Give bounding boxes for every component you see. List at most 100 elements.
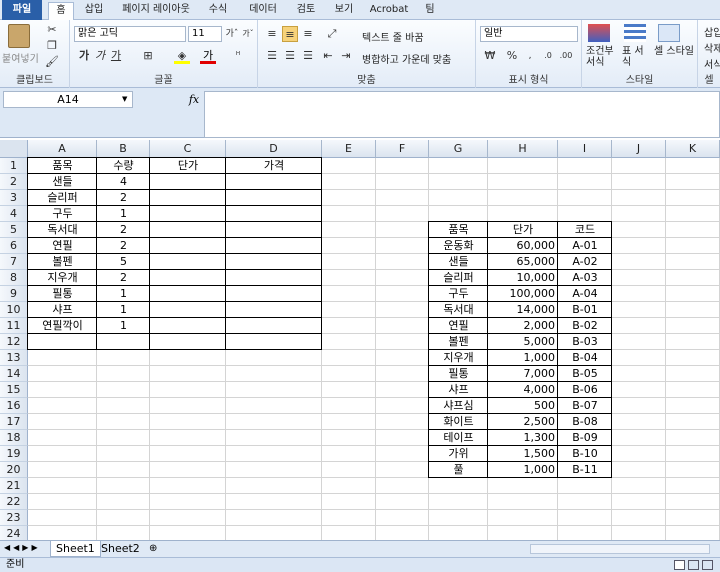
cell[interactable]: B-01 [558,302,612,318]
column-header-b[interactable]: B [97,140,150,158]
chevron-down-icon[interactable]: ▼ [122,95,127,103]
cell[interactable]: 슬리퍼 [429,270,488,286]
cell[interactable]: 지우개 [28,270,97,286]
row-header[interactable]: 8 [0,270,28,286]
cell[interactable]: 1,000 [488,350,558,366]
tab-team[interactable]: 팀 [420,2,440,20]
copy-icon[interactable]: ❐ [44,38,60,54]
worksheet-grid[interactable]: A B C D E F G H I J K 1 2 3 4 5 6 7 8 9 10 11 12 13 1… [0,140,720,540]
row-header[interactable]: 12 [0,334,28,350]
format-table-button[interactable]: 표 서식 [622,46,650,68]
row-header[interactable]: 2 [0,174,28,190]
italic-button[interactable]: 가 [92,48,108,64]
column-header-a[interactable]: A [28,140,97,158]
number-format-select[interactable]: 일반 [480,26,578,42]
comma-style-icon[interactable]: , [522,48,538,64]
borders-icon[interactable]: ⊞ [140,48,156,64]
cell-styles-button[interactable]: 셀 스타일 [654,46,694,57]
cell[interactable]: 10,000 [488,270,558,286]
page-layout-view-icon[interactable] [688,560,699,570]
row-header[interactable]: 6 [0,238,28,254]
row-header[interactable]: 7 [0,254,28,270]
row-header[interactable]: 19 [0,446,28,462]
cut-icon[interactable]: ✂ [44,22,60,38]
align-right-icon[interactable]: ☰ [300,48,316,64]
column-header-k[interactable]: K [666,140,720,158]
insert-cells-button[interactable]: 삽입 [704,24,720,39]
column-header-h[interactable]: H [488,140,558,158]
cell[interactable]: 1,000 [488,462,558,478]
insert-function-button[interactable]: fx [186,91,202,108]
format-painter-icon[interactable]: 🖌 [44,54,60,70]
cell[interactable]: 1 [97,206,150,222]
cell[interactable]: A-04 [558,286,612,302]
cell[interactable]: 5 [97,254,150,270]
cell[interactable]: 2,500 [488,414,558,430]
cell[interactable]: 샤프심 [429,398,488,414]
cell[interactable]: 100,000 [488,286,558,302]
cell[interactable]: 1,500 [488,446,558,462]
cell[interactable]: A-02 [558,254,612,270]
cell[interactable]: 500 [488,398,558,414]
cell[interactable]: 독서대 [429,302,488,318]
column-header-f[interactable]: F [376,140,429,158]
cell[interactable]: 샌들 [28,174,97,190]
cell[interactable]: 2,000 [488,318,558,334]
cell[interactable]: 1 [97,286,150,302]
sheet-tab-2[interactable]: Sheet2 [96,541,145,557]
align-center-icon[interactable]: ☰ [282,48,298,64]
column-header-c[interactable]: C [150,140,226,158]
column-header-g[interactable]: G [429,140,488,158]
tab-insert[interactable]: 삽입 [80,2,108,20]
align-bottom-icon[interactable]: ≡ [300,26,316,42]
row-header[interactable]: 18 [0,430,28,446]
cell[interactable]: 코드 [558,222,612,238]
page-break-view-icon[interactable] [702,560,713,570]
name-box[interactable]: A14 [3,91,133,108]
cell[interactable]: 샤프 [429,382,488,398]
cell[interactable]: 지우개 [429,350,488,366]
cell[interactable]: B-04 [558,350,612,366]
horizontal-scrollbar[interactable] [530,544,710,554]
cell[interactable]: 14,000 [488,302,558,318]
cell[interactable]: 볼펜 [28,254,97,270]
cell[interactable]: 4 [97,174,150,190]
row-header[interactable]: 15 [0,382,28,398]
tab-review[interactable]: 검토 [292,2,320,20]
row-header[interactable]: 24 [0,526,28,540]
sheet-nav-icon[interactable]: ◀◀▶▶ [4,543,41,552]
format-cells-button[interactable]: 서식 [704,56,720,71]
row-header[interactable]: 9 [0,286,28,302]
cell[interactable]: 연필 [429,318,488,334]
fill-color-icon[interactable]: ◈ [174,48,190,64]
accounting-icon[interactable]: ₩ [482,48,498,64]
cell[interactable]: 품목 [429,222,488,238]
increase-decimal-icon[interactable]: .0 [540,48,556,64]
decrease-indent-icon[interactable]: ⇤ [320,48,336,64]
cell[interactable]: 2 [97,190,150,206]
normal-view-icon[interactable] [674,560,685,570]
align-left-icon[interactable]: ☰ [264,48,280,64]
row-header[interactable]: 16 [0,398,28,414]
cell[interactable]: B-08 [558,414,612,430]
bold-button[interactable]: 가 [76,48,92,64]
row-header[interactable]: 3 [0,190,28,206]
cell[interactable]: 구두 [28,206,97,222]
row-header[interactable]: 10 [0,302,28,318]
cell[interactable]: 1 [97,302,150,318]
cell-styles-icon[interactable] [658,24,680,42]
decrease-decimal-icon[interactable]: .00 [558,48,574,64]
align-top-icon[interactable]: ≡ [264,26,280,42]
select-all-corner[interactable] [0,140,28,158]
row-header[interactable]: 22 [0,494,28,510]
cell[interactable]: 7,000 [488,366,558,382]
tab-page-layout[interactable]: 페이지 레이아웃 [118,2,194,20]
cell[interactable]: B-11 [558,462,612,478]
cell[interactable]: 샌들 [429,254,488,270]
cell[interactable]: B-05 [558,366,612,382]
cell[interactable]: 60,000 [488,238,558,254]
row-header[interactable]: 17 [0,414,28,430]
new-sheet-icon[interactable]: ⊕ [144,541,162,557]
cell[interactable]: 운동화 [429,238,488,254]
cell[interactable]: 65,000 [488,254,558,270]
